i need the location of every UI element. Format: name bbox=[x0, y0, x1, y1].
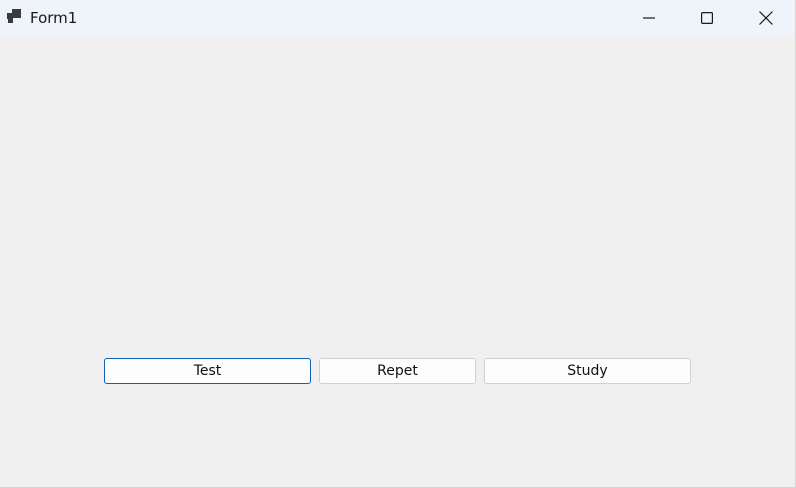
minimize-icon bbox=[643, 12, 655, 24]
title-bar[interactable]: Form1 bbox=[0, 0, 795, 36]
test-button[interactable]: Test bbox=[104, 358, 311, 384]
study-button[interactable]: Study bbox=[484, 358, 691, 384]
app-window: Form1 Test Repet Study bbox=[0, 0, 796, 488]
minimize-button[interactable] bbox=[620, 0, 678, 36]
maximize-icon bbox=[701, 12, 713, 24]
close-icon bbox=[759, 11, 773, 25]
app-icon[interactable] bbox=[7, 9, 23, 25]
window-title: Form1 bbox=[30, 9, 78, 27]
maximize-button[interactable] bbox=[678, 0, 736, 36]
repet-button[interactable]: Repet bbox=[319, 358, 476, 384]
form-client-area: Test Repet Study bbox=[0, 36, 795, 487]
close-button[interactable] bbox=[737, 0, 795, 36]
